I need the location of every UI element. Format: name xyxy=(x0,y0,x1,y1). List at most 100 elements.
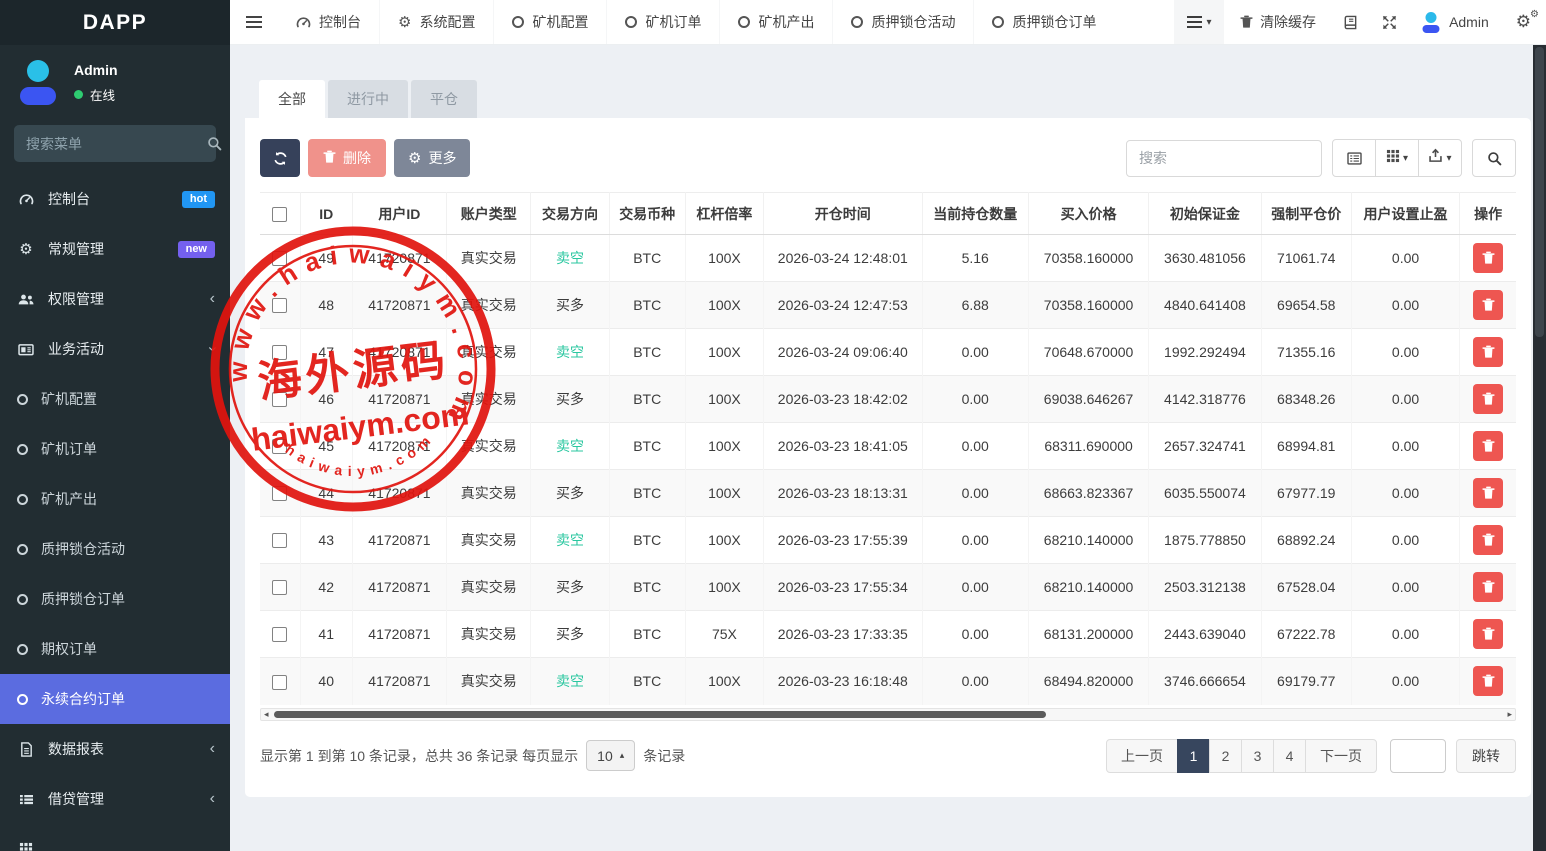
jump-page-input[interactable] xyxy=(1390,739,1446,773)
nav-item-1[interactable]: 控制台 xyxy=(278,0,379,44)
docs-icon[interactable] xyxy=(1332,0,1370,44)
cell-coin: BTC xyxy=(609,564,685,611)
sidebar-subitem-5[interactable]: 质押锁仓订单 xyxy=(0,574,230,624)
search-icon[interactable] xyxy=(207,136,222,151)
table-body: 4941720871真实交易卖空BTC100X2026-03-24 12:48:… xyxy=(260,235,1516,705)
more-button[interactable]: ⚙ 更多 xyxy=(394,139,470,177)
cell-tp: 0.00 xyxy=(1351,611,1459,658)
nav-item-6[interactable]: 质押锁仓活动 xyxy=(832,0,973,44)
cell-time: 2026-03-24 12:48:01 xyxy=(764,235,923,282)
scrollbar-thumb[interactable] xyxy=(274,711,1046,718)
jump-button[interactable]: 跳转 xyxy=(1456,739,1516,773)
fullscreen-icon[interactable] xyxy=(1370,0,1409,44)
cell-lev: 100X xyxy=(685,235,763,282)
dashboard-icon xyxy=(296,15,311,30)
pagination-info-suffix: 条记录 xyxy=(643,746,685,766)
delete-row-button[interactable] xyxy=(1473,290,1503,320)
row-checkbox[interactable] xyxy=(272,392,287,407)
row-checkbox[interactable] xyxy=(272,439,287,454)
sidebar-item-3[interactable]: 权限管理‹ xyxy=(0,274,230,324)
nav-item-7[interactable]: 质押锁仓订单 xyxy=(973,0,1114,44)
row-select-cell xyxy=(260,470,300,517)
cell-buy: 68311.690000 xyxy=(1028,423,1148,470)
tab-3[interactable]: 平仓 xyxy=(411,80,477,118)
cell-dir: 买多 xyxy=(531,376,609,423)
scroll-left-icon[interactable]: ◂ xyxy=(264,710,269,719)
sidebar-subitem-2[interactable]: 矿机订单 xyxy=(0,424,230,474)
delete-row-button[interactable] xyxy=(1473,384,1503,414)
sidebar-item-2[interactable]: 借贷管理‹ xyxy=(0,774,230,824)
row-select-cell xyxy=(260,282,300,329)
admin-menu[interactable]: Admin xyxy=(1409,0,1501,44)
sidebar-item-label: 借贷管理 xyxy=(48,789,104,809)
delete-row-button[interactable] xyxy=(1473,572,1503,602)
cell-coin: BTC xyxy=(609,423,685,470)
page-button-3[interactable]: 3 xyxy=(1241,739,1274,773)
sidebar-item-2[interactable]: ⚙常规管理new xyxy=(0,224,230,274)
scrollbar-thumb[interactable] xyxy=(1535,47,1544,337)
row-checkbox[interactable] xyxy=(272,580,287,595)
table-search-input[interactable] xyxy=(1126,140,1322,177)
delete-row-button[interactable] xyxy=(1473,431,1503,461)
tab-1[interactable]: 全部 xyxy=(259,80,325,118)
row-checkbox[interactable] xyxy=(272,675,287,690)
quick-menu-button[interactable]: ▾ xyxy=(1174,0,1224,44)
cell-id: 49 xyxy=(300,235,352,282)
delete-row-button[interactable] xyxy=(1473,666,1503,696)
search-button[interactable] xyxy=(1472,139,1516,177)
delete-row-button[interactable] xyxy=(1473,478,1503,508)
row-checkbox[interactable] xyxy=(272,627,287,642)
page-button-4[interactable]: 4 xyxy=(1273,739,1306,773)
sidebar-item-1[interactable]: 数据报表‹ xyxy=(0,724,230,774)
delete-row-button[interactable] xyxy=(1473,243,1503,273)
row-select-cell xyxy=(260,423,300,470)
vertical-scrollbar[interactable] xyxy=(1533,45,1546,851)
delete-row-button[interactable] xyxy=(1473,525,1503,555)
tab-2[interactable]: 进行中 xyxy=(328,80,408,118)
horizontal-scrollbar[interactable]: ◂ ▸ xyxy=(260,708,1516,721)
page-size-select[interactable]: 10 ▴ xyxy=(586,740,635,771)
cell-coin: BTC xyxy=(609,470,685,517)
sidebar-subitem-3[interactable]: 矿机产出 xyxy=(0,474,230,524)
sidebar-item-4[interactable]: 业务活动‹ xyxy=(0,324,230,374)
settings-gears-icon[interactable]: ⚙⚙ xyxy=(1501,0,1546,44)
page-buttons: 1234 xyxy=(1178,739,1306,773)
sidebar-toggle-icon[interactable] xyxy=(230,0,278,44)
nav-item-5[interactable]: 矿机产出 xyxy=(719,0,832,44)
nav-item-2[interactable]: ⚙系统配置 xyxy=(379,0,493,44)
next-page-button[interactable]: 下一页 xyxy=(1305,739,1377,773)
cell-dir: 买多 xyxy=(531,282,609,329)
cell-lev: 100X xyxy=(685,282,763,329)
columns-button[interactable]: ▾ xyxy=(1375,139,1419,177)
row-checkbox[interactable] xyxy=(272,486,287,501)
page-button-2[interactable]: 2 xyxy=(1209,739,1242,773)
delete-row-button[interactable] xyxy=(1473,337,1503,367)
sidebar-subitem-7[interactable]: 永续合约订单 xyxy=(0,674,230,724)
sidebar-subitem-1[interactable]: 矿机配置 xyxy=(0,374,230,424)
row-checkbox[interactable] xyxy=(272,298,287,313)
nav-item-4[interactable]: 矿机订单 xyxy=(606,0,719,44)
circle-icon xyxy=(17,644,28,655)
menu-item-partial[interactable] xyxy=(0,824,230,851)
delete-button[interactable]: 删除 xyxy=(308,139,386,177)
export-button[interactable]: ▾ xyxy=(1418,139,1462,177)
news-icon xyxy=(15,343,37,356)
column-header: ID xyxy=(300,193,352,235)
row-checkbox[interactable] xyxy=(272,345,287,360)
sidebar-subitem-4[interactable]: 质押锁仓活动 xyxy=(0,524,230,574)
delete-row-button[interactable] xyxy=(1473,619,1503,649)
sidebar-subitem-6[interactable]: 期权订单 xyxy=(0,624,230,674)
row-checkbox[interactable] xyxy=(272,533,287,548)
nav-item-3[interactable]: 矿机配置 xyxy=(493,0,606,44)
scroll-right-icon[interactable]: ▸ xyxy=(1507,710,1512,719)
sidebar-item-1[interactable]: 控制台hot xyxy=(0,174,230,224)
detail-view-button[interactable] xyxy=(1332,139,1376,177)
sidebar-search-input[interactable] xyxy=(26,136,207,152)
prev-page-button[interactable]: 上一页 xyxy=(1106,739,1178,773)
select-all-checkbox[interactable] xyxy=(272,207,287,222)
row-checkbox[interactable] xyxy=(272,251,287,266)
page-button-1[interactable]: 1 xyxy=(1177,739,1210,773)
refresh-button[interactable] xyxy=(260,139,300,177)
circle-icon xyxy=(17,594,28,605)
clear-cache-button[interactable]: 清除缓存 xyxy=(1224,0,1332,44)
